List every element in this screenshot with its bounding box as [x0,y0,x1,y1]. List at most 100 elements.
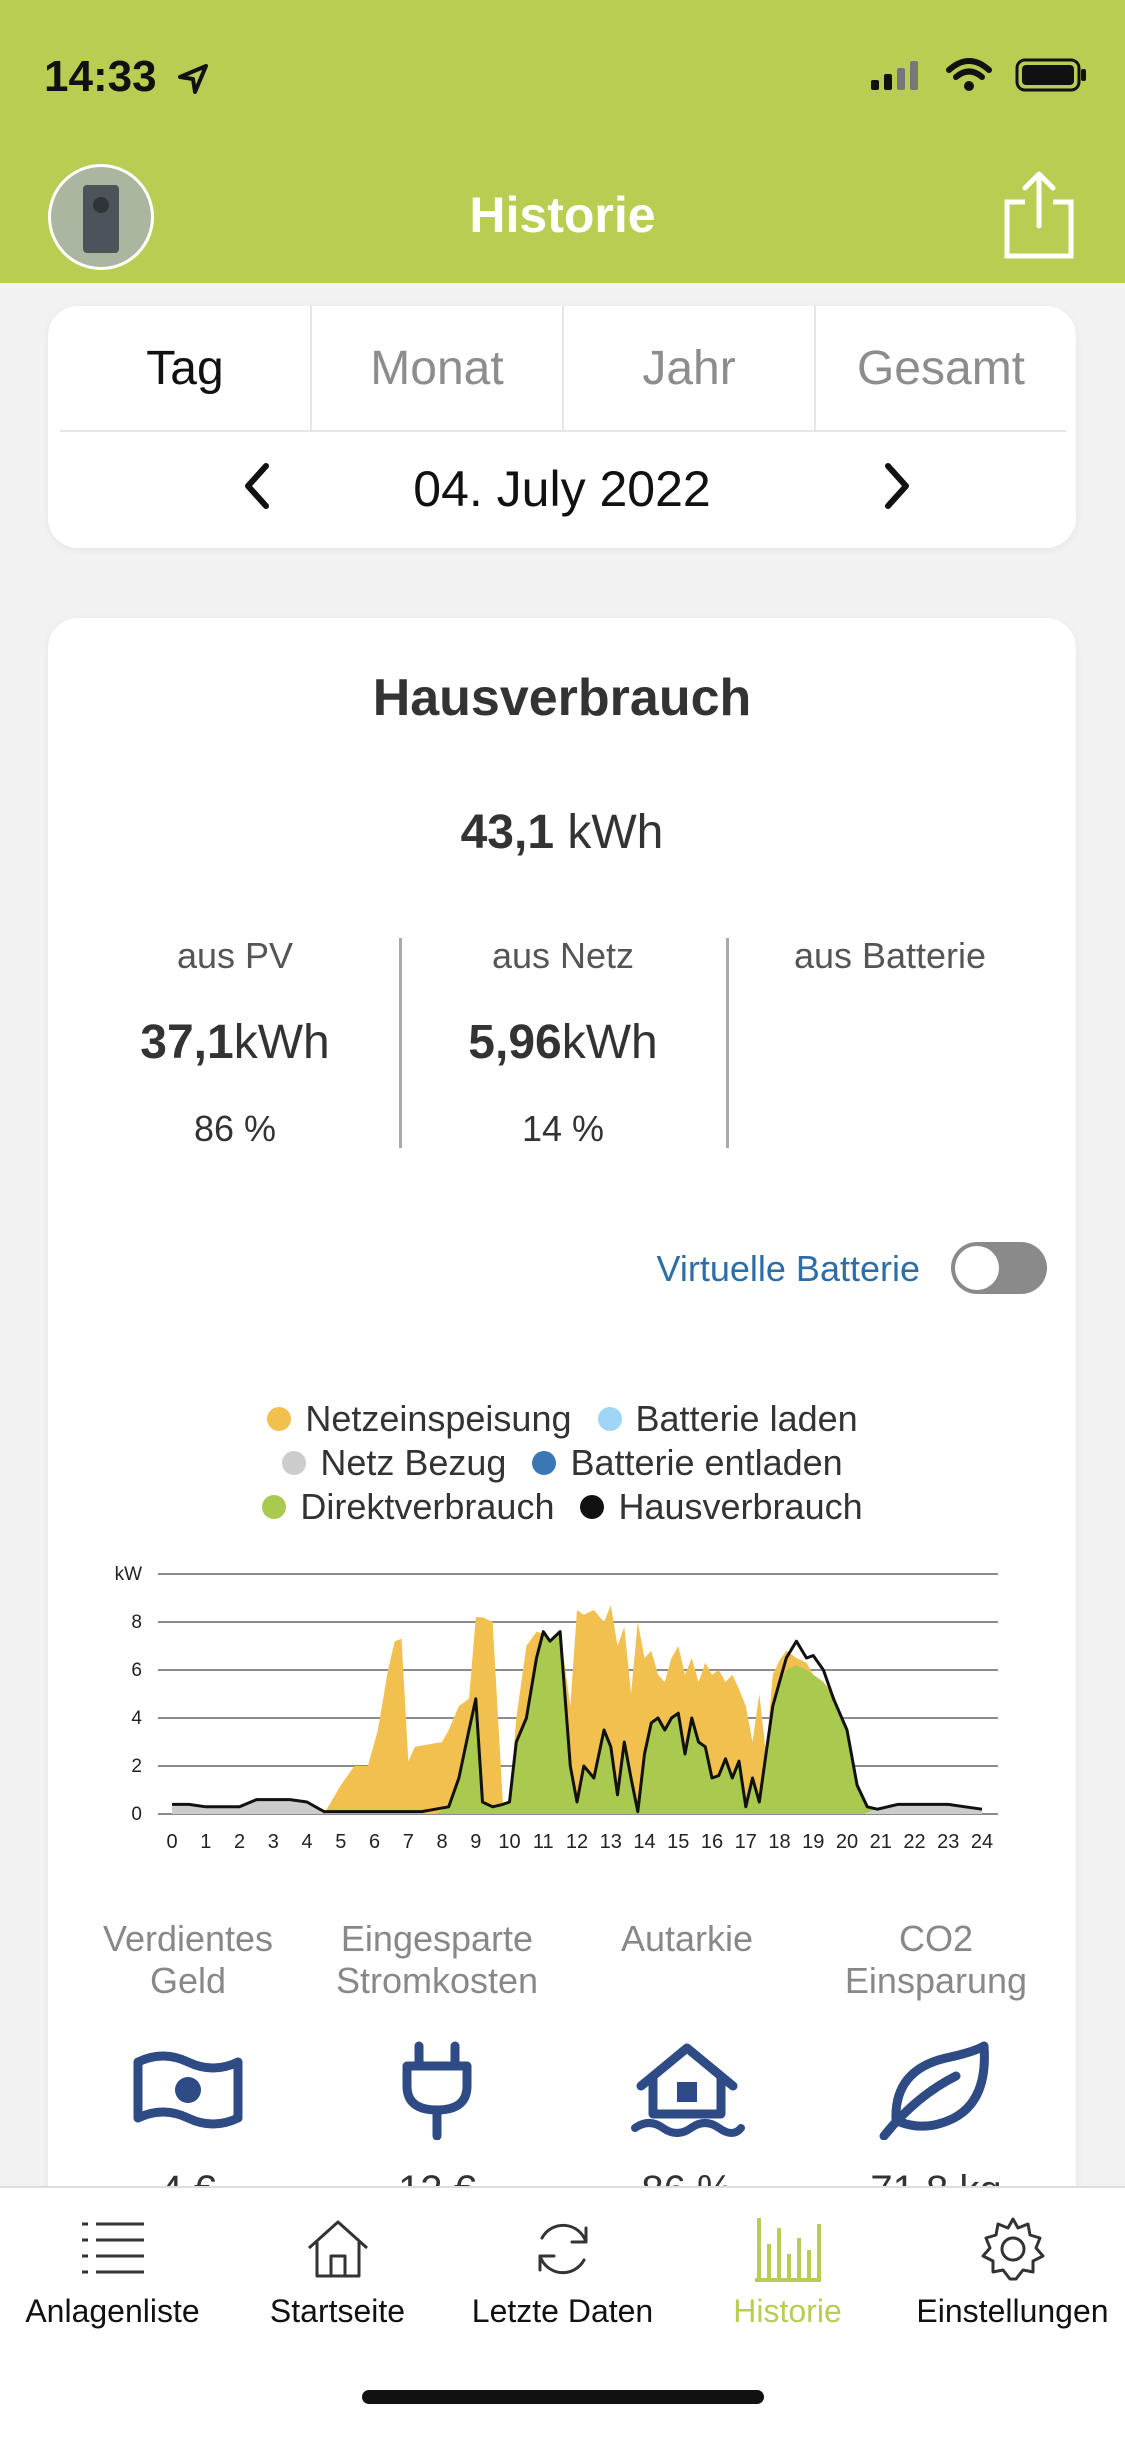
legend-label: Direktverbrauch [300,1486,555,1527]
plug-icon [402,2041,472,2140]
refresh-icon [538,2223,588,2275]
source-value: 5,96 [468,1016,562,1069]
x-tick-label: 18 [768,1831,790,1853]
y-tick-label: 0 [131,1804,142,1825]
page-title: Historie [469,187,656,243]
x-tick-label: 15 [667,1831,689,1853]
legend-label: Batterie entladen [570,1442,843,1483]
kpi-label: Autarkie [620,1918,754,1959]
y-tick-label: 8 [131,1612,142,1633]
x-tick-label: 9 [470,1831,481,1853]
source-label: aus Netz [491,935,635,976]
list-icon [82,2222,144,2274]
source-percent: 14 % [521,1108,605,1149]
legend-item[interactable]: Batterie laden [597,1398,858,1440]
history-chart[interactable]: 02468kW0 1 2 3 4 5 6 7 8 9 10 11 12 13 14 15 16 17 18 19 20 2… [0,1540,1125,1870]
wifi-icon [946,58,992,91]
share-icon[interactable] [1001,170,1077,260]
card-title: Hausverbrauch [372,669,752,727]
money-icon [133,2051,243,2129]
kpi-label: CO2 [898,1918,974,1959]
tab-tag[interactable]: Tag [60,306,312,430]
x-tick-label: 1 [200,1831,211,1853]
tab-monat[interactable]: Monat [312,306,564,430]
source-label: aus PV [176,935,294,976]
tab-gesamt[interactable]: Gesamt [816,306,1066,430]
legend-label: Hausverbrauch [618,1486,863,1527]
house-icon [631,2043,745,2137]
legend-dot [267,1407,292,1431]
x-tick-label: 14 [633,1831,655,1853]
history-chart-icon [755,2218,821,2282]
tabbar-label: Einstellungen [916,2293,1109,2329]
y-tick-label: 6 [131,1660,142,1681]
source-unit: kWh [561,1016,658,1069]
y-axis-unit: kW [115,1564,143,1585]
x-tick-label: 17 [735,1831,757,1853]
date-navigator: 04. July 2022 [48,432,1076,542]
virtual-battery-label: Virtuelle Batterie [656,1248,920,1289]
tabbar-label: Startseite [269,2293,406,2329]
x-tick-label: 23 [937,1831,959,1853]
legend-item[interactable]: Netz Bezug [282,1442,506,1484]
x-tick-label: 5 [335,1831,346,1853]
legend-row: Direktverbrauch Hausverbrauch [0,1486,1125,1528]
kpi-label: Verdientes [102,1918,274,1959]
kpi-earned-money: Verdientes Geld [58,1918,318,2002]
x-tick-label: 12 [566,1831,588,1853]
source-label: aus Batterie [793,935,987,976]
source-value: 37,1 [140,1016,234,1069]
legend-row: Netzeinspeisung Batterie laden [0,1398,1125,1440]
y-tick-label: 2 [131,1756,142,1777]
source-grid: aus Netz 5,96kWh 14 % [400,935,726,1150]
tab-jahr[interactable]: Jahr [564,306,816,430]
legend-dot [282,1451,307,1475]
status-time: 14:33 [44,52,157,101]
source-battery: aus Batterie [727,935,1053,1015]
kpi-co2: CO2 Einsparung [806,1918,1066,2002]
x-tick-label: 20 [836,1831,858,1853]
legend-item[interactable]: Batterie entladen [532,1442,843,1484]
leaf-icon [879,2041,989,2140]
legend-item[interactable]: Hausverbrauch [580,1486,863,1528]
x-tick-label: 16 [701,1831,723,1853]
legend-row: Netz Bezug Batterie entladen [0,1442,1125,1484]
tabbar-label: Anlagenliste [25,2293,200,2329]
virtual-battery-toggle[interactable] [951,1242,1047,1294]
x-tick-label: 21 [870,1831,892,1853]
x-tick-label: 10 [498,1831,520,1853]
total-consumption: 43,1 kWh [48,805,1076,860]
toggle-knob [955,1246,999,1290]
kpi-label: Stromkosten [335,1960,539,2001]
x-tick-label: 3 [268,1831,279,1853]
tabbar-label: Letzte Daten [471,2293,654,2329]
x-tick-label: 4 [301,1831,312,1853]
y-tick-label: 4 [131,1708,142,1729]
legend-dot [597,1407,622,1431]
x-tick-label: 2 [234,1831,245,1853]
legend-dot [262,1495,287,1519]
legend-item[interactable]: Netzeinspeisung [267,1398,572,1440]
header-bar: 14:33 Historie [0,0,1125,283]
x-tick-label: 13 [600,1831,622,1853]
x-tick-label: 22 [903,1831,925,1853]
x-tick-label: 11 [533,1831,554,1853]
x-tick-label: 7 [403,1831,414,1853]
kpi-label: Eingesparte [340,1918,534,1959]
home-icon [307,2220,369,2278]
kpi-autarky: Autarkie [557,1918,817,1960]
tabbar-label: Historie [733,2293,842,2329]
kpi-label: Einsparung [844,1960,1028,2001]
next-day-icon[interactable] [866,456,926,516]
legend-dot [532,1451,557,1475]
kpi-label: Geld [149,1960,227,2001]
total-unit: kWh [567,806,664,859]
legend-item[interactable]: Direktverbrauch [262,1486,554,1528]
legend-label: Batterie laden [635,1398,858,1439]
total-value: 43,1 [460,806,555,859]
source-unit: kWh [233,1016,330,1069]
source-percent: 86 % [193,1108,277,1149]
period-tabs: Tag Monat Jahr Gesamt [60,306,1066,432]
legend-label: Netz Bezug [320,1442,507,1483]
legend-label: Netzeinspeisung [305,1398,572,1439]
